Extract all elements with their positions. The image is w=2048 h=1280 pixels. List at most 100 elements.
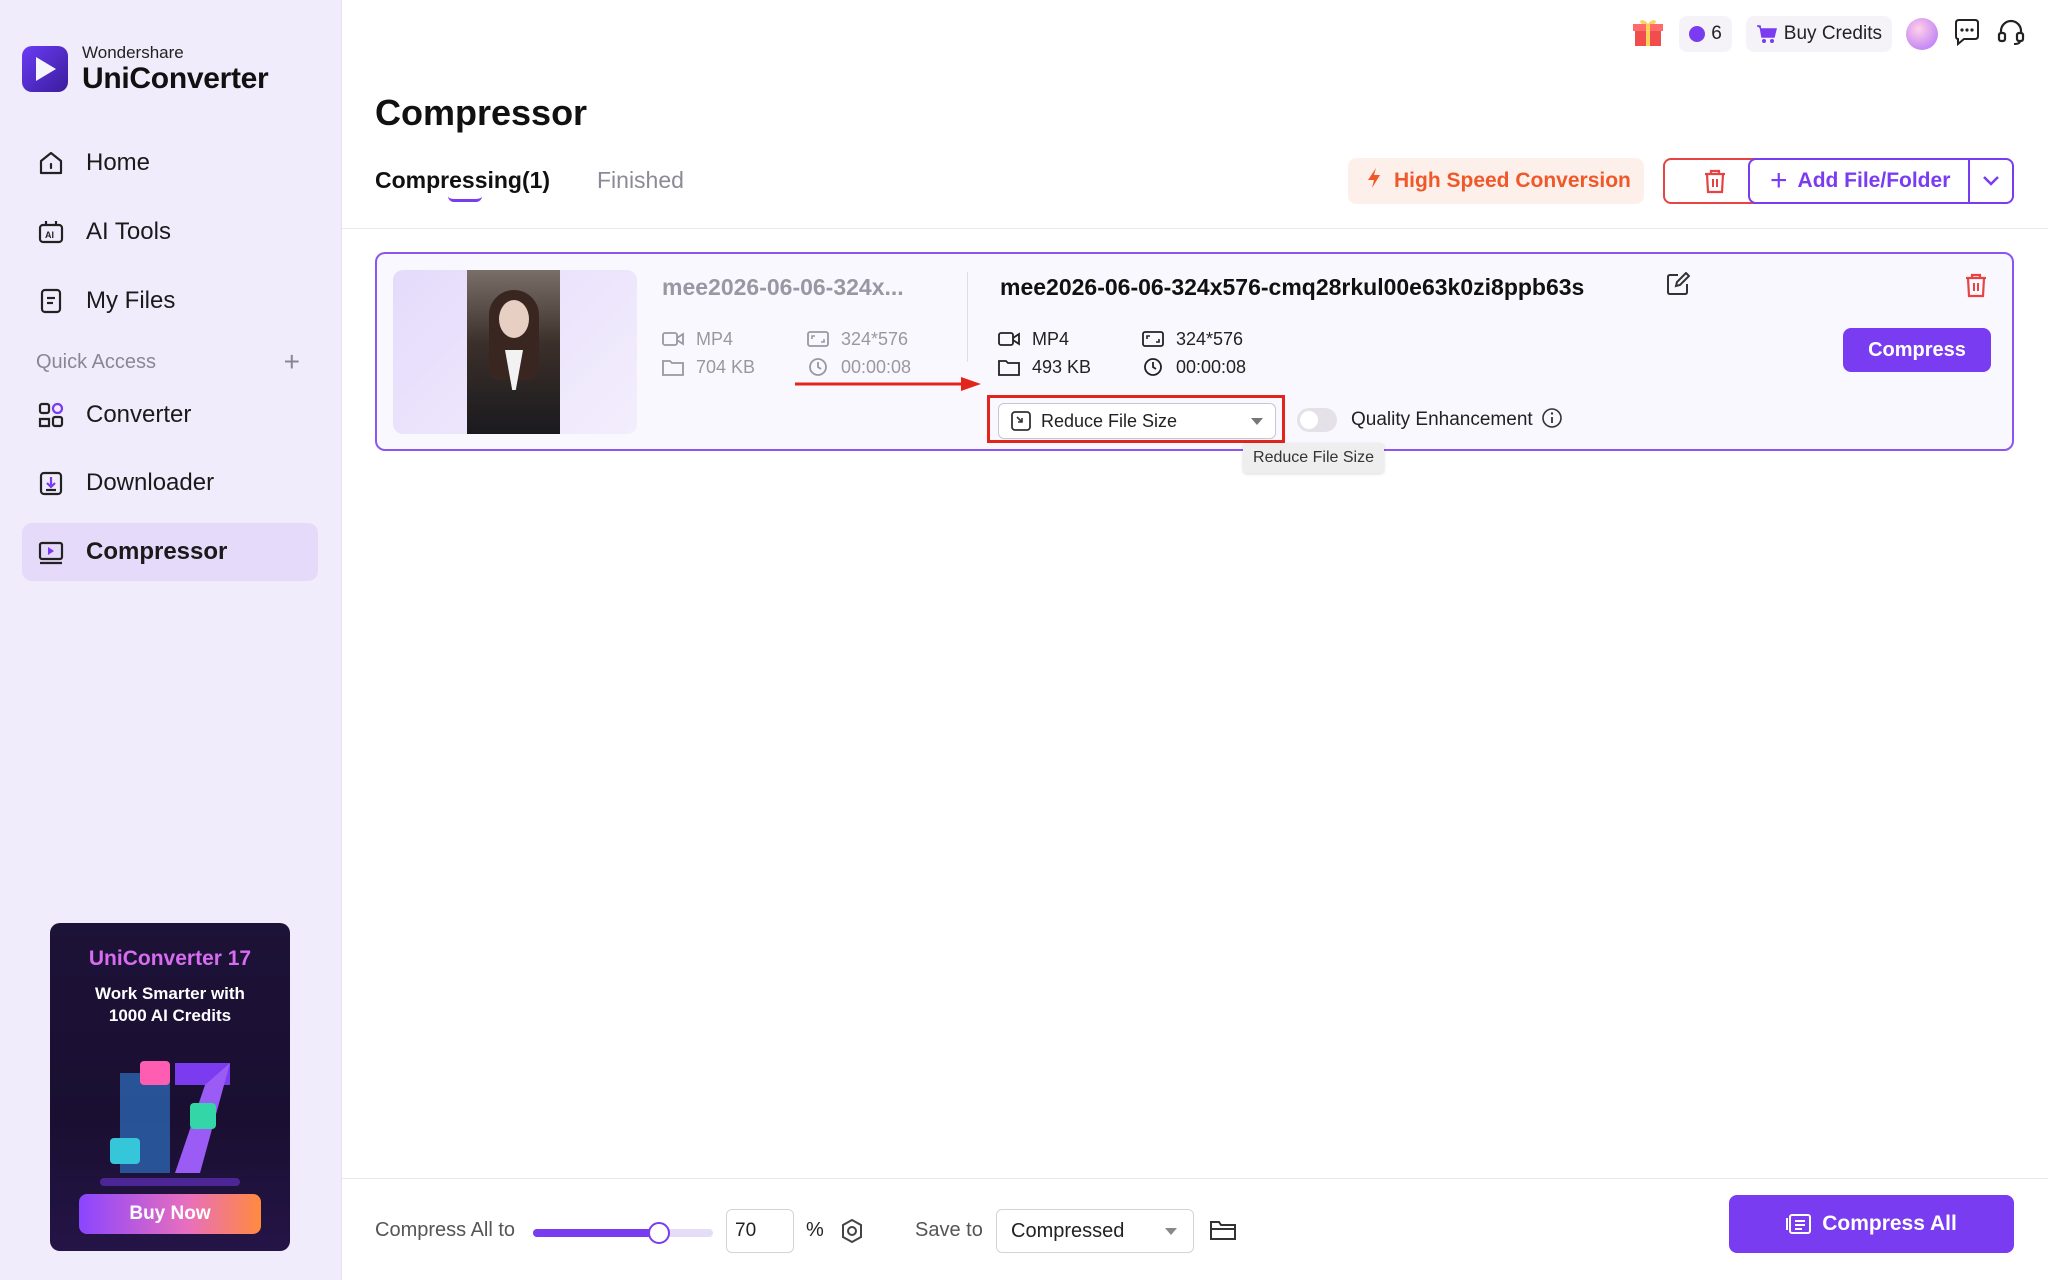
compression-mode-select[interactable]: Reduce File Size [998,403,1276,439]
output-file-name: mee2026-06-06-324x576-cmq28rkul00e63k0zi… [1000,274,1585,300]
uniconverter-logo-icon [22,46,68,92]
video-thumbnail[interactable] [393,270,637,434]
quality-enhancement-label: Quality Enhancement [1351,409,1533,430]
clock-icon [1142,356,1164,378]
quality-enhancement-toggle[interactable] [1297,408,1337,432]
files-icon [36,286,66,316]
promo-subtitle: Work Smarter with 1000 AI Credits [50,983,290,1027]
add-file-main[interactable]: + Add File/Folder [1750,160,1968,202]
sidebar-item-ai-tools[interactable]: AI AI Tools [22,203,318,261]
info-icon[interactable] [1541,407,1563,434]
credits-count: 6 [1711,23,1722,44]
save-to-select[interactable]: Compressed [996,1209,1194,1253]
resolution-icon [1142,328,1164,350]
slider-fill [533,1229,659,1237]
source-format: MP4 [662,328,733,350]
compress-ratio-slider[interactable] [533,1222,713,1244]
output-size: 493 KB [998,356,1091,378]
quick-access-label: Quick Access [36,350,157,373]
tab-finished[interactable]: Finished [597,167,684,194]
quick-access-header: Quick Access + [36,348,300,376]
tooltip: Reduce File Size [1243,443,1384,473]
source-format-value: MP4 [696,328,734,349]
card-divider [967,272,968,362]
caret-down-icon [1165,1227,1177,1235]
compress-percent-input[interactable] [726,1209,794,1253]
avatar[interactable] [1906,18,1938,50]
buy-now-button[interactable]: Buy Now [79,1194,261,1234]
annotation-arrow-icon [795,376,983,397]
buy-credits-button[interactable]: Buy Credits [1745,16,1892,52]
bottom-bar: Compress All to % Save to Compressed Com… [342,1178,2048,1280]
remove-file-icon[interactable] [1964,272,1988,303]
output-resolution-value: 324*576 [1176,328,1244,349]
settings-gear-icon[interactable] [839,1218,865,1249]
source-size: 704 KB [662,356,755,378]
thumbnail-image [467,270,560,434]
slider-knob[interactable] [648,1222,670,1244]
ai-tools-icon: AI [36,217,66,247]
gift-icon[interactable] [1631,15,1665,54]
add-file-dropdown-toggle[interactable] [1968,160,2012,202]
save-to-label: Save to [915,1219,983,1241]
promo-illustration-icon [100,1061,240,1186]
sidebar-item-label: Home [86,149,151,176]
reduce-size-icon [1011,411,1031,431]
sidebar-item-downloader[interactable]: Downloader [22,454,318,512]
video-icon [662,328,684,350]
add-quick-access-icon[interactable]: + [284,348,300,376]
source-file-name: mee2026-06-06-324x... [662,274,904,300]
add-file-label: Add File/Folder [1797,169,1951,192]
compress-button[interactable]: Compress [1843,328,1991,372]
promo-subtitle-line: Work Smarter with [95,984,245,1003]
chevron-down-icon [1983,176,1999,186]
output-resolution: 324*576 [1142,328,1243,350]
plus-icon: + [1770,164,1788,197]
output-format: MP4 [998,328,1069,350]
output-duration: 00:00:08 [1142,356,1246,378]
support-headset-icon[interactable] [1996,17,2026,52]
add-file-folder-button[interactable]: + Add File/Folder [1748,158,2014,204]
compress-all-icon [1786,1214,1812,1234]
sidebar-item-label: My Files [86,287,176,314]
promo-banner[interactable]: UniConverter 17 Work Smarter with 1000 A… [50,923,290,1251]
open-folder-icon[interactable] [1209,1218,1237,1247]
cart-icon [1756,25,1777,43]
active-tab-indicator [448,196,482,202]
feedback-icon[interactable] [1952,17,1982,52]
buy-credits-label: Buy Credits [1783,23,1882,44]
source-resolution: 324*576 [807,328,908,350]
output-size-value: 493 KB [1032,356,1092,377]
percent-symbol: % [806,1219,824,1241]
compressor-icon [36,537,66,567]
page-title: Compressor [375,92,588,133]
sidebar: Wondershare UniConverter Home AI AI Tool… [0,0,342,1280]
sidebar-item-converter[interactable]: Converter [22,386,318,444]
clock-icon [807,356,829,378]
tab-compressing[interactable]: Compressing(1) [375,167,550,194]
compress-all-button[interactable]: Compress All [1729,1195,2014,1253]
compression-mode-value: Reduce File Size [1041,410,1178,431]
brand: Wondershare UniConverter [22,44,269,95]
downloader-icon [36,468,66,498]
sidebar-item-label: Converter [86,401,192,428]
brand-product: UniConverter [82,62,269,95]
promo-subtitle-line: 1000 AI Credits [108,1006,232,1025]
sidebar-item-label: Downloader [86,469,215,496]
home-icon [36,148,66,178]
edit-name-icon[interactable] [1666,271,1691,301]
high-speed-label: High Speed Conversion [1394,169,1631,192]
lightning-icon [1366,167,1382,195]
svg-text:AI: AI [45,230,54,240]
credits-badge[interactable]: 6 [1679,16,1732,52]
sidebar-item-my-files[interactable]: My Files [22,272,318,330]
header-divider [342,228,2048,229]
output-format-value: MP4 [1032,328,1070,349]
high-speed-conversion-button[interactable]: High Speed Conversion [1348,158,1644,204]
resolution-icon [807,328,829,350]
sidebar-item-home[interactable]: Home [22,134,318,192]
sidebar-item-compressor[interactable]: Compressor [22,523,318,581]
topbar: 6 Buy Credits [1617,14,2026,54]
output-duration-value: 00:00:08 [1176,356,1247,377]
trash-icon [1705,169,1725,194]
